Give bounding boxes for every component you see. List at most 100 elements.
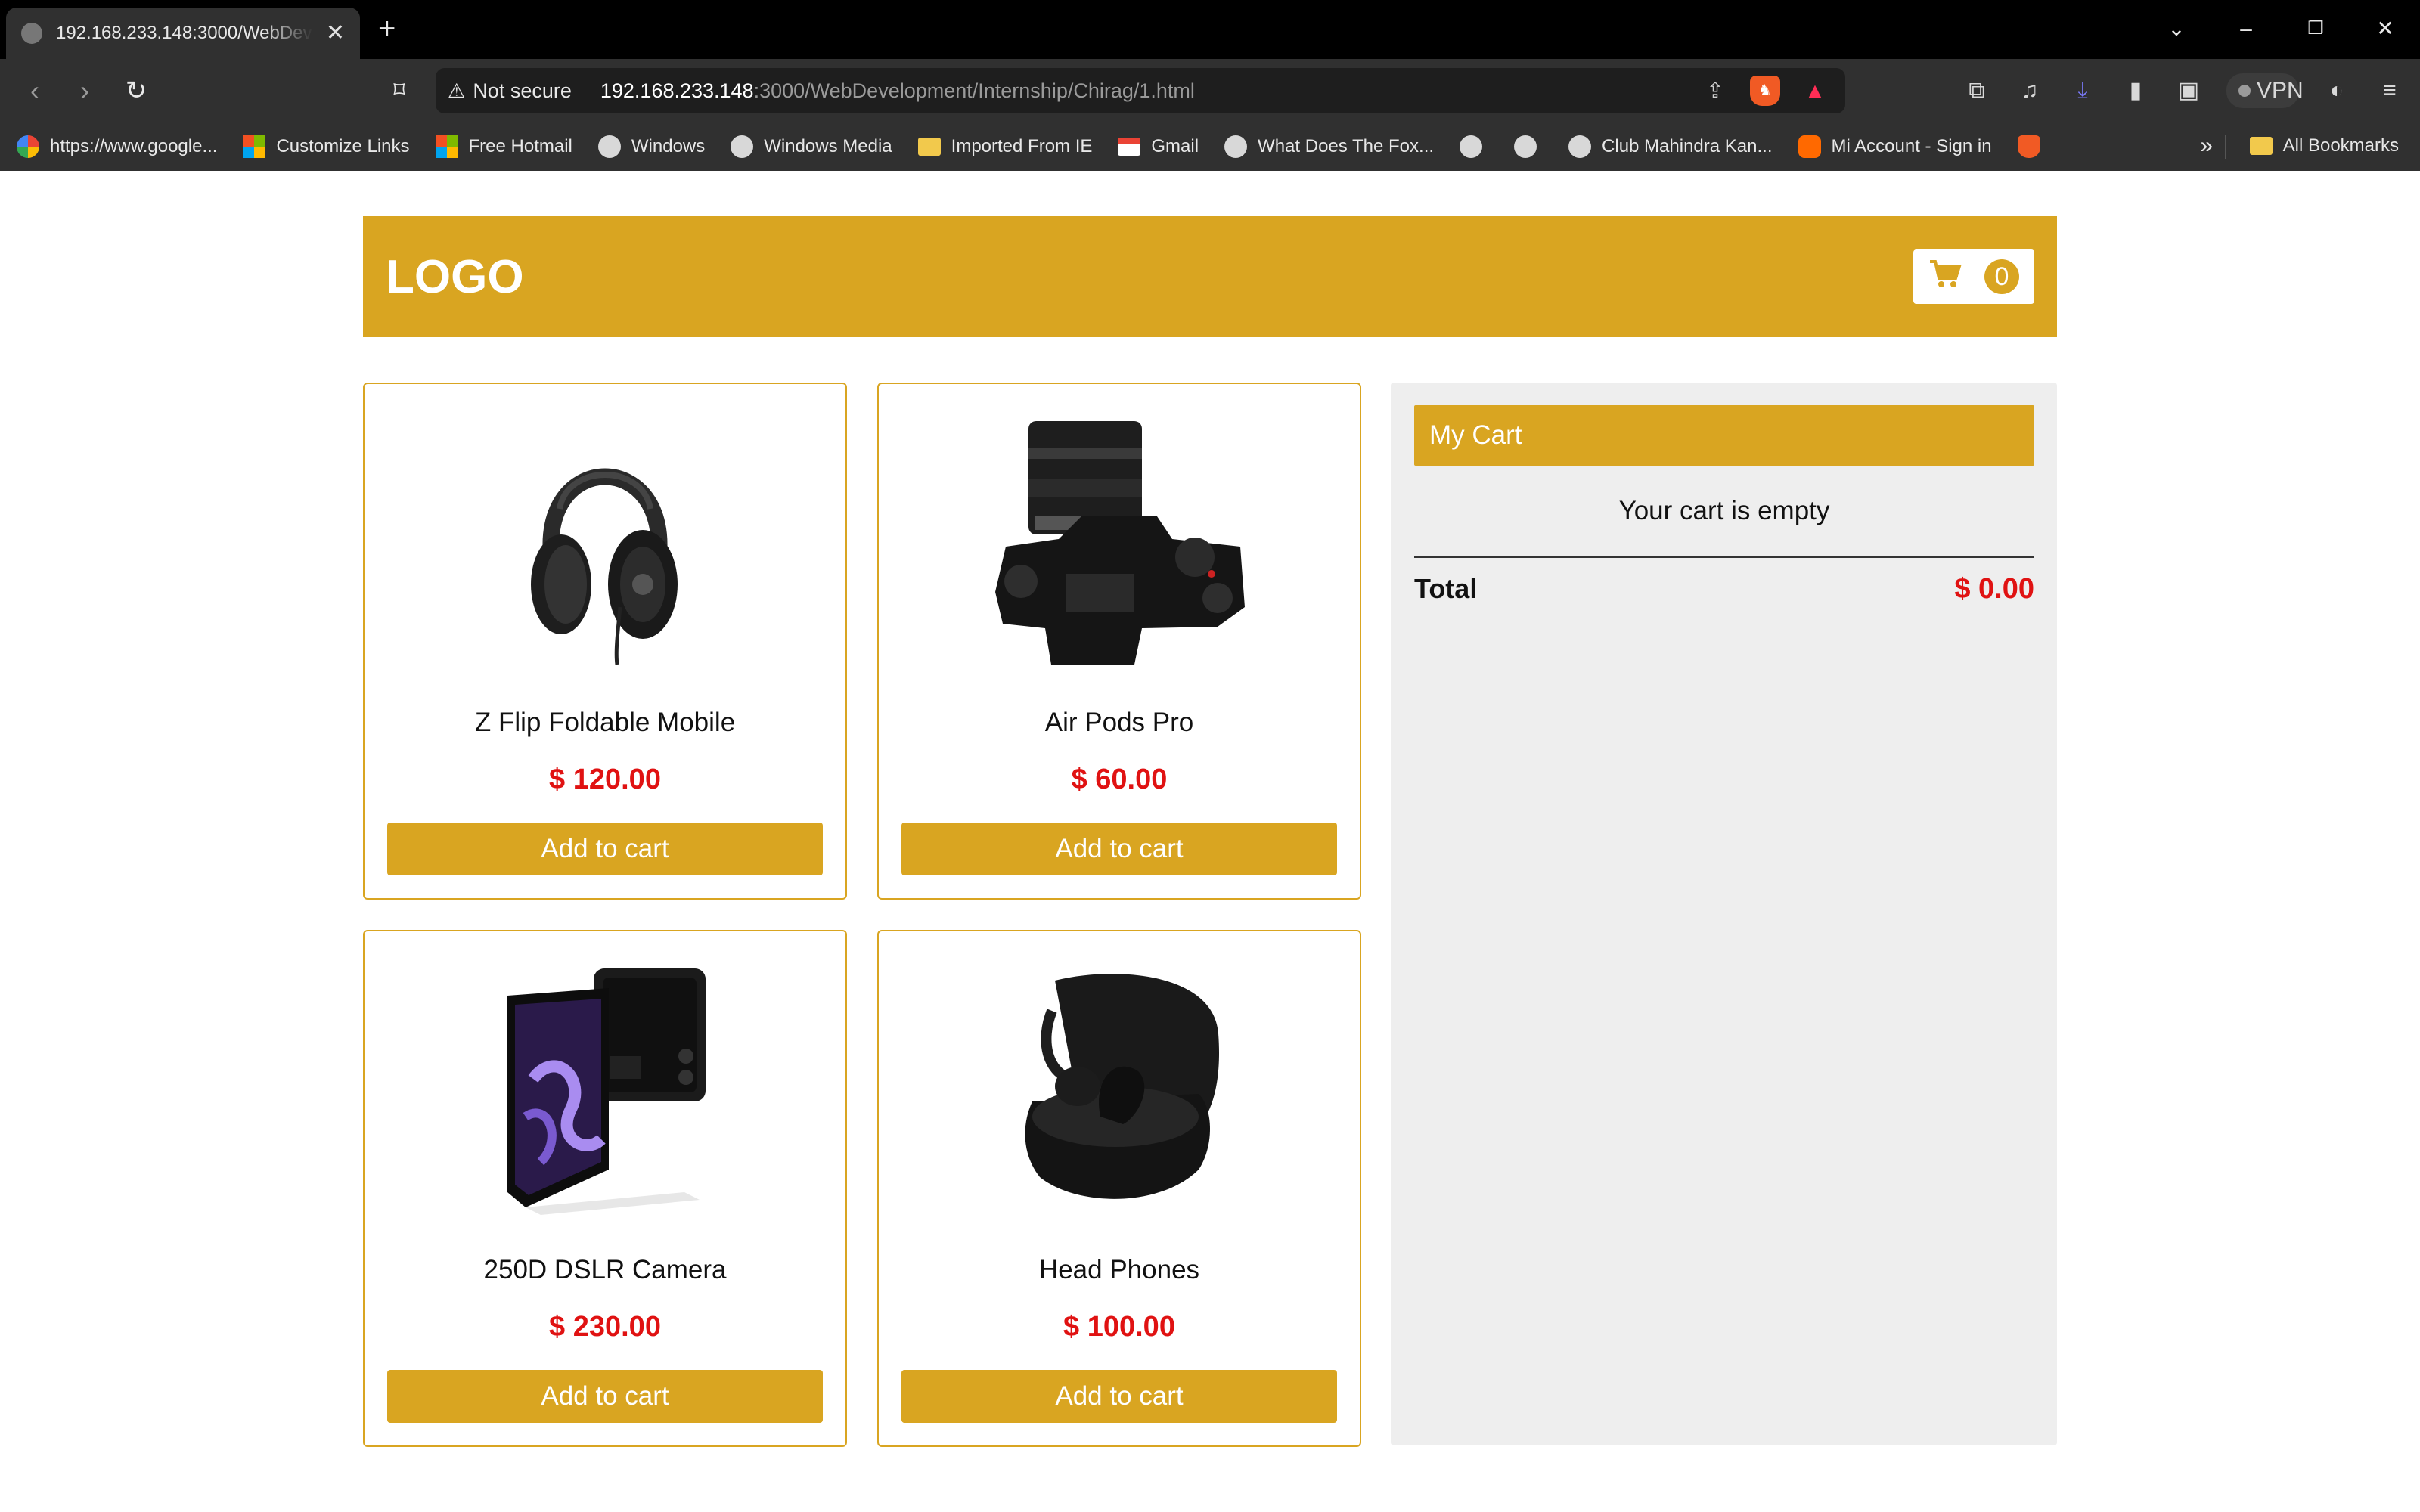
leo-icon[interactable]: ◐ bbox=[2322, 73, 2352, 109]
flip-phone-image bbox=[365, 962, 845, 1219]
globe-icon bbox=[1224, 135, 1248, 158]
new-tab-button[interactable]: + bbox=[378, 14, 396, 44]
product-name: Head Phones bbox=[1038, 1255, 1200, 1284]
bookmark-label: Mi Account - Sign in bbox=[1831, 136, 1992, 156]
close-icon[interactable]: ✕ bbox=[326, 22, 345, 45]
sidebar-icon[interactable]: ▮ bbox=[2121, 73, 2151, 109]
bookmark-label: Imported From IE bbox=[951, 136, 1093, 156]
share-icon[interactable]: ⇪ bbox=[1700, 76, 1730, 106]
bookmark-gmail[interactable]: Gmail bbox=[1118, 136, 1199, 157]
bookmark-club-mahindra[interactable]: Club Mahindra Kan... bbox=[1568, 135, 1773, 158]
globe-icon bbox=[1568, 135, 1592, 158]
product-name: 250D DSLR Camera bbox=[483, 1255, 727, 1284]
globe-icon bbox=[597, 135, 621, 158]
extensions-icon[interactable]: ⧉ bbox=[1962, 73, 1992, 109]
globe-icon bbox=[1460, 135, 1483, 158]
mi-icon bbox=[1798, 135, 1821, 158]
bookmark-label: What Does The Fox... bbox=[1258, 136, 1435, 156]
bookmark-label: Customize Links bbox=[276, 136, 410, 156]
add-to-cart-button[interactable]: Add to cart bbox=[901, 1370, 1337, 1423]
bookmark-label: https://www.google... bbox=[50, 136, 218, 156]
bookmark-imported-from-ie[interactable]: Imported From IE bbox=[917, 136, 1093, 157]
product-card: 250D DSLR Camera $ 230.00 Add to cart bbox=[363, 930, 847, 1447]
product-price: $ 120.00 bbox=[549, 764, 661, 795]
cart-divider bbox=[1414, 556, 2034, 558]
google-icon bbox=[17, 135, 39, 158]
download-icon[interactable]: ⤓ bbox=[2068, 73, 2098, 109]
all-bookmarks-label: All Bookmarks bbox=[2282, 135, 2399, 156]
windows-icon bbox=[435, 135, 458, 158]
tab-search-icon[interactable]: ⌄ bbox=[2161, 14, 2192, 44]
cart-empty-message: Your cart is empty bbox=[1618, 496, 1830, 525]
add-to-cart-button[interactable]: Add to cart bbox=[387, 1370, 823, 1423]
globe-icon bbox=[1514, 135, 1537, 158]
bookmark-globe-1[interactable] bbox=[1460, 135, 1493, 158]
restore-icon[interactable]: ❐ bbox=[2301, 14, 2331, 44]
product-price: $ 230.00 bbox=[549, 1311, 661, 1343]
bookmark-windows[interactable]: Windows bbox=[597, 135, 706, 158]
forward-icon[interactable]: › bbox=[68, 74, 101, 107]
earbuds-image bbox=[879, 962, 1360, 1219]
add-to-cart-button[interactable]: Add to cart bbox=[387, 823, 823, 875]
menu-icon[interactable]: ≡ bbox=[2375, 73, 2405, 109]
brave-rewards-icon[interactable]: ▲ bbox=[1800, 76, 1830, 106]
address-bar[interactable]: ⚠ Not secure 192.168.233.148 :3000/WebDe… bbox=[436, 68, 1845, 113]
product-card: Air Pods Pro $ 60.00 Add to cart bbox=[877, 383, 1361, 900]
vpn-button[interactable]: VPN bbox=[2226, 73, 2304, 108]
site-logo[interactable]: LOGO bbox=[386, 251, 524, 304]
add-to-cart-button[interactable]: Add to cart bbox=[901, 823, 1337, 875]
security-label[interactable]: Not secure bbox=[473, 79, 572, 103]
bookmark-label: Windows bbox=[631, 136, 706, 156]
bookmark-label: Club Mahindra Kan... bbox=[1602, 136, 1773, 156]
reload-icon[interactable]: ↻ bbox=[119, 74, 153, 107]
bookmarks-bar: https://www.google... Customize Links Fr… bbox=[0, 122, 2420, 171]
cart-count-badge: 0 bbox=[1984, 259, 2019, 294]
browser-tab[interactable]: 192.168.233.148:3000/WebDevelopment/Inte… bbox=[6, 8, 360, 59]
product-card: Head Phones $ 100.00 Add to cart bbox=[877, 930, 1361, 1447]
shopping-cart-icon bbox=[1928, 259, 1962, 295]
gmail-icon bbox=[1118, 138, 1141, 156]
back-icon[interactable]: ‹ bbox=[18, 74, 51, 107]
all-bookmarks-button[interactable]: All Bookmarks bbox=[2249, 135, 2399, 156]
headphones-image bbox=[365, 414, 845, 671]
bookmark-free-hotmail[interactable]: Free Hotmail bbox=[435, 135, 572, 158]
bookmark-brave[interactable] bbox=[2017, 135, 2051, 158]
product-card: Z Flip Foldable Mobile $ 120.00 Add to c… bbox=[363, 383, 847, 900]
bookmark-customize-links[interactable]: Customize Links bbox=[243, 135, 410, 158]
product-price: $ 60.00 bbox=[1071, 764, 1168, 795]
cart-total-value: $ 0.00 bbox=[1954, 573, 2034, 605]
bookmark-windows-media[interactable]: Windows Media bbox=[731, 135, 892, 158]
bookmark-fox[interactable]: What Does The Fox... bbox=[1224, 135, 1434, 158]
windows-icon bbox=[243, 135, 266, 158]
url-path: :3000/WebDevelopment/Internship/Chirag/1… bbox=[753, 79, 1195, 102]
bookmark-google[interactable]: https://www.google... bbox=[17, 135, 217, 158]
tab-strip: 192.168.233.148:3000/WebDevelopment/Inte… bbox=[0, 0, 2420, 59]
warning-icon: ⚠ bbox=[448, 79, 466, 102]
more-bookmarks-icon[interactable]: » bbox=[2200, 133, 2213, 159]
cart-total-label: Total bbox=[1414, 573, 1478, 604]
bookmark-icon[interactable]: ⌑ bbox=[383, 74, 416, 107]
minimize-icon[interactable]: – bbox=[2231, 14, 2261, 44]
cart-button[interactable]: 0 bbox=[1913, 249, 2034, 304]
bookmark-mi-account[interactable]: Mi Account - Sign in bbox=[1798, 135, 1992, 158]
brave-shields-icon[interactable]: ♞ bbox=[1750, 76, 1780, 106]
product-price: $ 100.00 bbox=[1063, 1311, 1175, 1343]
window-close-icon[interactable]: ✕ bbox=[2370, 14, 2400, 44]
wallet-icon[interactable]: ▣ bbox=[2173, 73, 2204, 109]
product-name: Air Pods Pro bbox=[1044, 708, 1194, 737]
page-content: LOGO 0 Z Flip Foldable Mobile $ 120.00 A… bbox=[0, 171, 2420, 1512]
bookmark-label: Free Hotmail bbox=[468, 136, 572, 156]
folder-icon bbox=[917, 138, 941, 156]
media-icon[interactable]: ♫ bbox=[2015, 73, 2045, 109]
cart-panel: My Cart Your cart is empty Total $ 0.00 bbox=[1392, 383, 2057, 1445]
bookmark-globe-2[interactable] bbox=[1514, 135, 1547, 158]
bookmark-label: Windows Media bbox=[764, 136, 892, 156]
url-host: 192.168.233.148 bbox=[600, 79, 754, 102]
site-header: LOGO 0 bbox=[363, 216, 2057, 337]
camera-image bbox=[879, 414, 1360, 671]
globe-icon bbox=[731, 135, 754, 158]
product-name: Z Flip Foldable Mobile bbox=[474, 708, 736, 737]
browser-toolbar: ‹ › ↻ ⌑ ⚠ Not secure 192.168.233.148 :30… bbox=[0, 59, 2420, 122]
vpn-label: VPN bbox=[2257, 78, 2304, 103]
brave-icon bbox=[2017, 135, 2040, 158]
